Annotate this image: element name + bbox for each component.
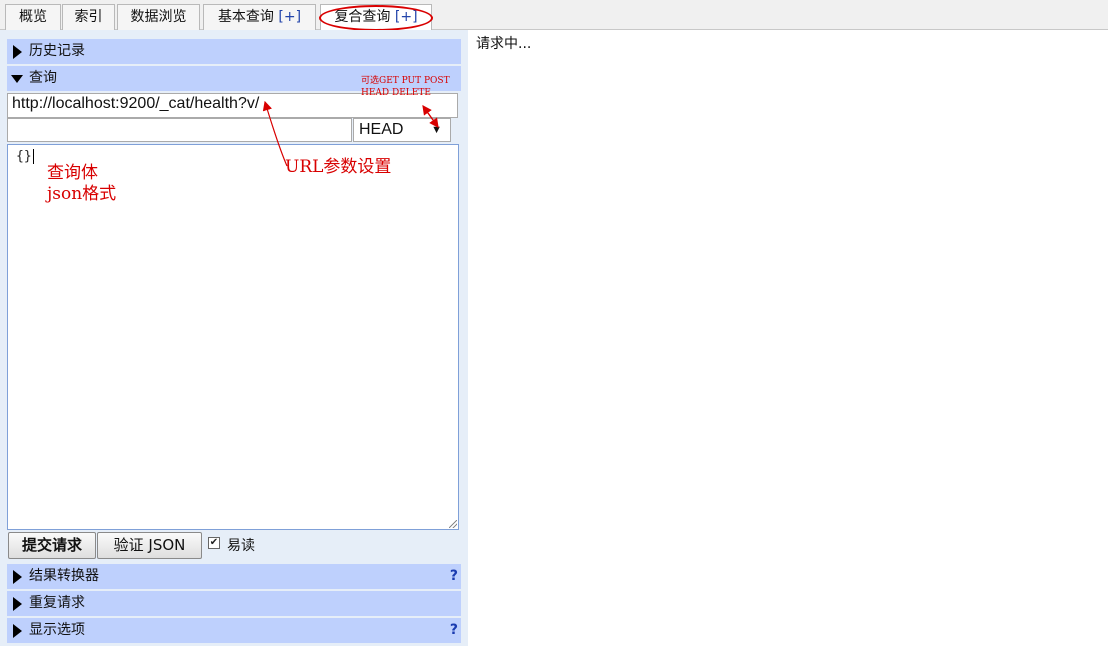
tab-label: 概览 <box>19 9 47 25</box>
tab-bar: 概览 索引 数据浏览 基本查询 [+] 复合查询 [+] <box>0 0 1108 31</box>
triangle-down-icon <box>11 75 23 83</box>
query-section[interactable]: 查询 <box>7 66 461 91</box>
tab-data-browse[interactable]: 数据浏览 <box>117 4 200 30</box>
tab-label: 基本查询 <box>217 9 274 25</box>
section-label: 重复请求 <box>29 595 85 611</box>
section-label: 显示选项 <box>29 622 85 638</box>
triangle-right-icon <box>13 597 22 611</box>
result-transformer-section[interactable]: 结果转换器 ? <box>7 564 461 589</box>
tab-indices[interactable]: 索引 <box>62 4 115 30</box>
triangle-right-icon <box>13 570 22 584</box>
tab-plus: [+] <box>278 9 302 25</box>
triangle-right-icon <box>13 624 22 638</box>
section-label: 历史记录 <box>29 43 85 59</box>
readable-checkbox[interactable]: ✔ <box>208 537 220 549</box>
history-section[interactable]: 历史记录 <box>7 39 461 64</box>
section-label: 查询 <box>29 70 57 86</box>
method-value: HEAD <box>359 121 404 138</box>
tab-label: 复合查询 <box>334 9 391 25</box>
repeat-request-section[interactable]: 重复请求 <box>7 591 461 616</box>
path-input[interactable] <box>7 118 352 142</box>
url-input[interactable]: http://localhost:9200/_cat/health?v/ <box>7 93 458 118</box>
section-label: 结果转换器 <box>29 568 99 584</box>
question-icon[interactable]: ? <box>450 564 458 589</box>
query-body-textarea[interactable]: {}​ <box>7 144 459 530</box>
question-icon[interactable]: ? <box>450 618 458 643</box>
resize-handle[interactable] <box>449 520 457 528</box>
tab-overview[interactable]: 概览 <box>5 4 61 30</box>
body-text: {} <box>16 149 32 164</box>
tab-complex-query[interactable]: 复合查询 [+] <box>320 4 432 31</box>
submit-request-button[interactable]: 提交请求 <box>8 532 96 559</box>
tab-plus: [+] <box>394 9 418 25</box>
validate-json-button[interactable]: 验证 JSON <box>97 532 202 559</box>
readable-label: 易读 <box>227 538 255 554</box>
tab-label: 索引 <box>74 9 103 25</box>
tab-label: 数据浏览 <box>130 9 187 25</box>
triangle-right-icon <box>13 45 22 59</box>
method-select[interactable]: HEAD ▼ <box>353 118 451 142</box>
display-options-section[interactable]: 显示选项 ? <box>7 618 461 643</box>
request-status: 请求中... <box>476 36 532 52</box>
tab-basic-query[interactable]: 基本查询 [+] <box>203 4 316 30</box>
text-cursor: ​ <box>32 149 34 164</box>
chevron-down-icon: ▼ <box>431 124 442 136</box>
